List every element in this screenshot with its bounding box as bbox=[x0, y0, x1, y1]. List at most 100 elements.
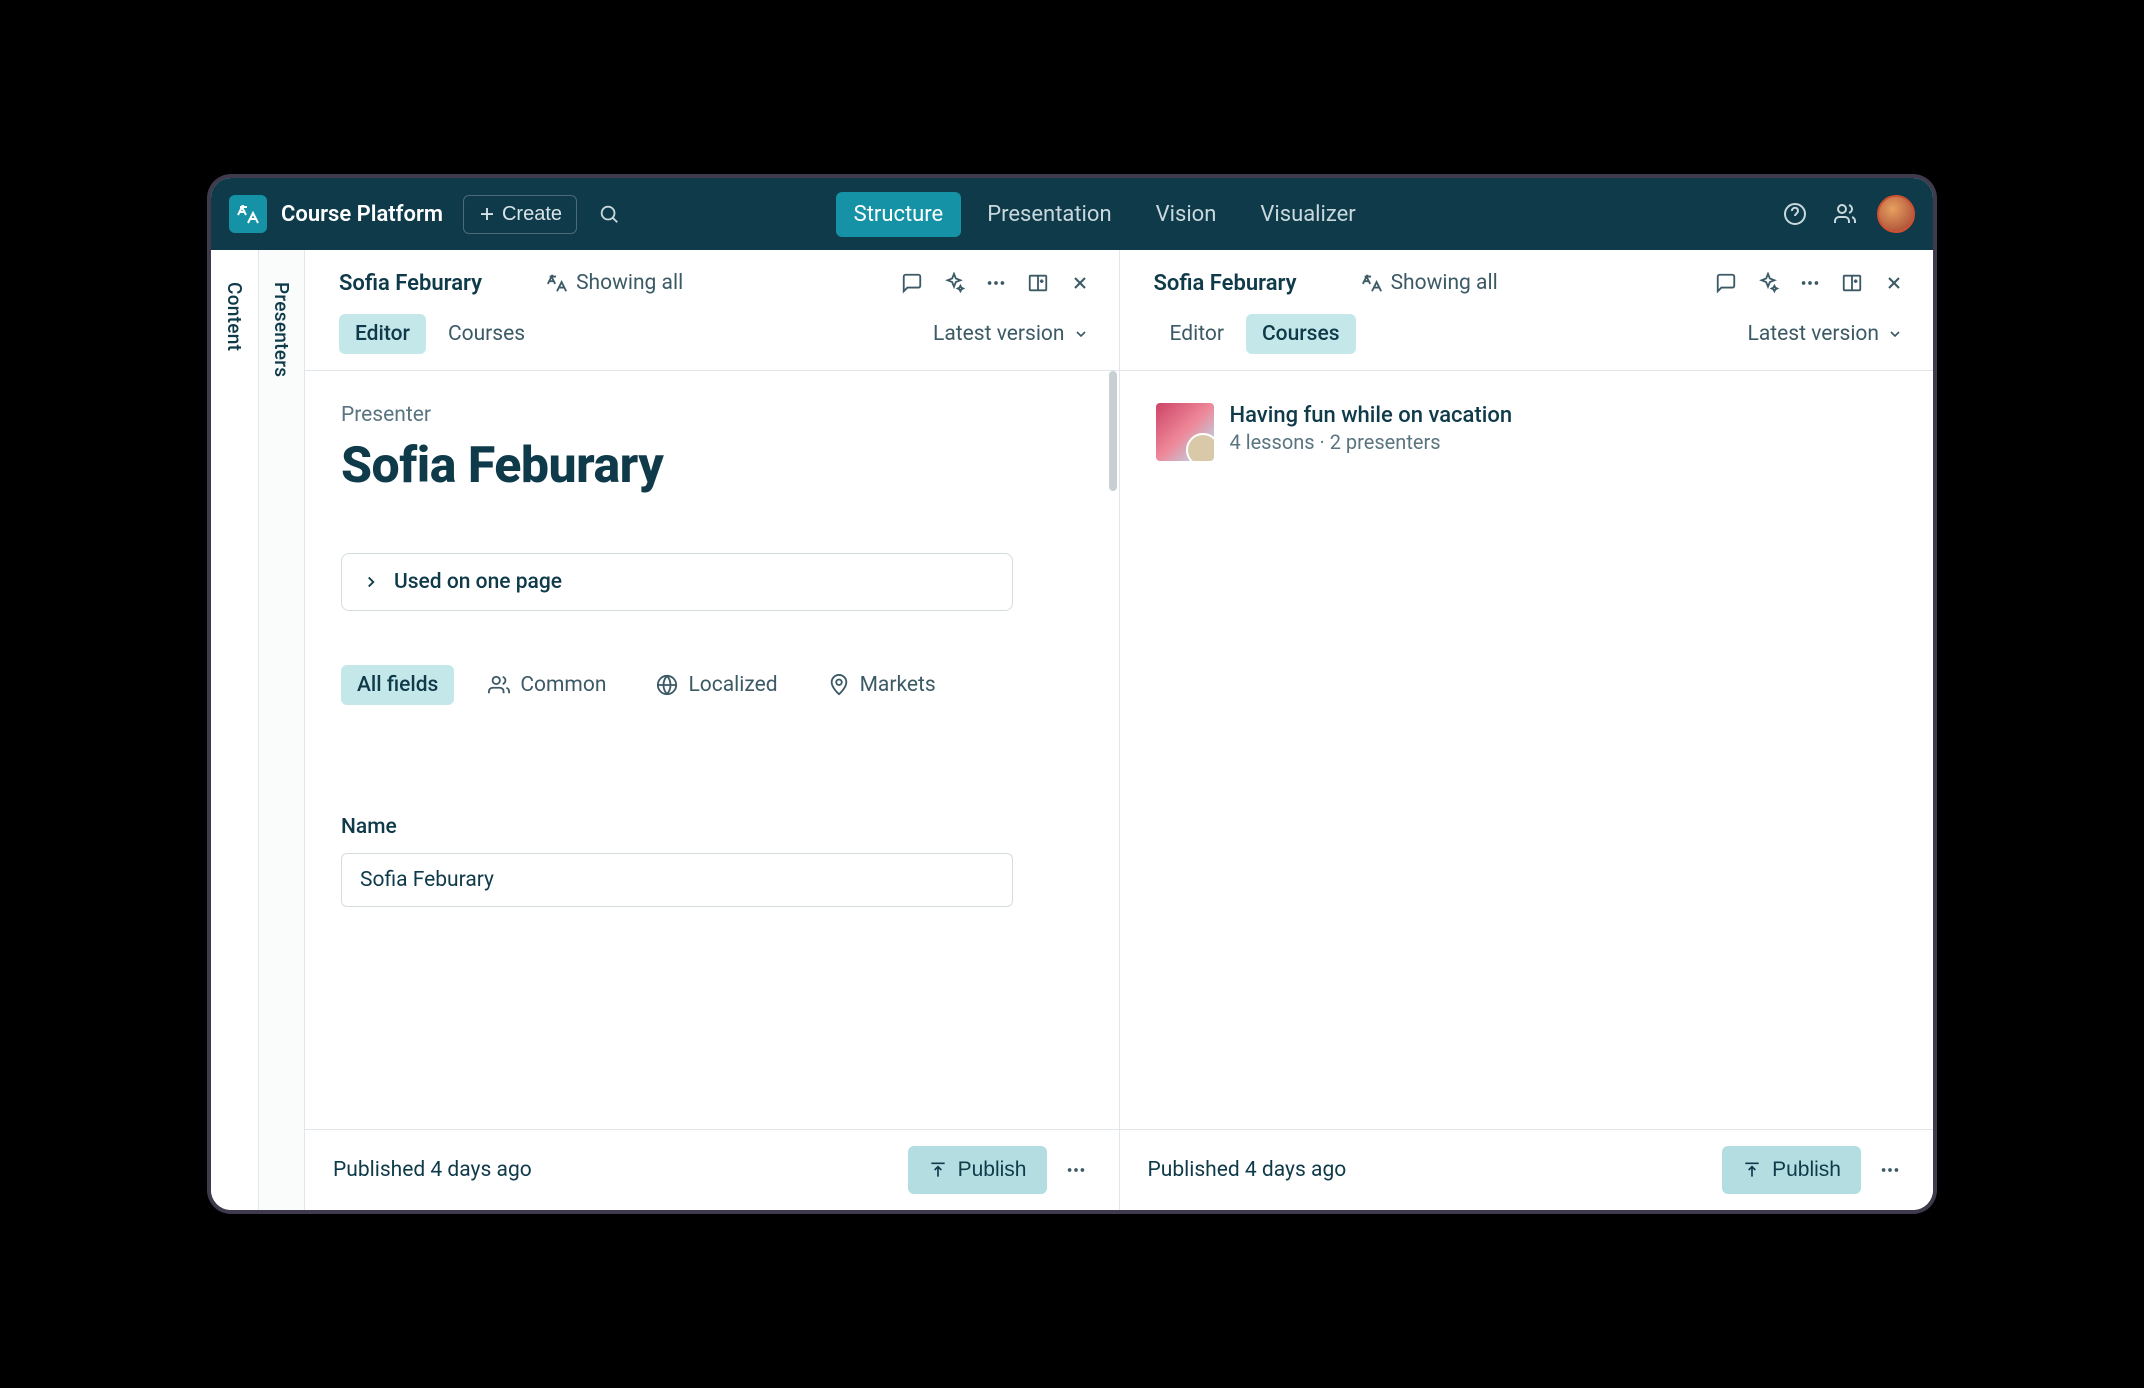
panel-left: Sofia Feburary Showing all bbox=[305, 250, 1120, 1210]
publish-status-right: Published 4 days ago bbox=[1148, 1158, 1347, 1182]
name-input[interactable] bbox=[341, 853, 1013, 907]
search-button[interactable] bbox=[591, 196, 627, 232]
ai-sparkle-button-right[interactable] bbox=[1753, 268, 1783, 298]
close-panel-button-right[interactable] bbox=[1879, 268, 1909, 298]
used-on-label: Used on one page bbox=[394, 570, 562, 594]
version-dropdown-left[interactable]: Latest version bbox=[933, 322, 1094, 346]
publish-button-label-right: Publish bbox=[1772, 1158, 1841, 1182]
help-icon bbox=[1783, 202, 1807, 226]
name-field-group: Name bbox=[341, 815, 1083, 907]
course-meta: Having fun while on vacation 4 lessons ·… bbox=[1230, 403, 1513, 454]
more-button-right[interactable] bbox=[1795, 268, 1825, 298]
top-nav: Course Platform Create Structure Present… bbox=[211, 178, 1933, 250]
nav-tab-presentation[interactable]: Presentation bbox=[969, 192, 1129, 237]
upload-icon bbox=[1742, 1160, 1762, 1180]
close-panel-button[interactable] bbox=[1065, 268, 1095, 298]
chip-all-fields[interactable]: All fields bbox=[341, 665, 454, 705]
footer-more-right[interactable] bbox=[1875, 1155, 1905, 1185]
panel-left-content: Presenter Sofia Feburary Used on one pag… bbox=[305, 371, 1119, 1129]
app-logo[interactable] bbox=[229, 195, 267, 233]
sparkle-icon bbox=[943, 272, 965, 294]
comment-button[interactable] bbox=[897, 268, 927, 298]
entity-heading: Sofia Feburary bbox=[341, 437, 1083, 495]
split-panel-button[interactable] bbox=[1023, 268, 1053, 298]
version-dropdown-right[interactable]: Latest version bbox=[1748, 322, 1909, 346]
create-button[interactable]: Create bbox=[463, 195, 577, 234]
panel-left-footer: Published 4 days ago Publish bbox=[305, 1129, 1119, 1210]
panel-right-title: Sofia Feburary bbox=[1154, 271, 1297, 296]
course-thumbnail bbox=[1156, 403, 1214, 461]
nav-tab-visualizer[interactable]: Visualizer bbox=[1242, 192, 1373, 237]
help-button[interactable] bbox=[1777, 196, 1813, 232]
nav-tab-vision[interactable]: Vision bbox=[1138, 192, 1235, 237]
create-button-label: Create bbox=[502, 203, 562, 226]
version-label: Latest version bbox=[933, 322, 1064, 346]
used-on-disclosure[interactable]: Used on one page bbox=[341, 553, 1013, 611]
nav-right bbox=[1777, 195, 1915, 233]
publish-button-left[interactable]: Publish bbox=[908, 1146, 1047, 1194]
split-panel-button-right[interactable] bbox=[1837, 268, 1867, 298]
close-icon bbox=[1884, 273, 1904, 293]
users-icon bbox=[1833, 202, 1857, 226]
subtab-editor-left[interactable]: Editor bbox=[339, 314, 426, 354]
field-filter-chips: All fields Common Localized Markets bbox=[341, 665, 1083, 705]
chevron-down-icon bbox=[1073, 326, 1089, 342]
split-panel-icon bbox=[1841, 272, 1863, 294]
translate-icon bbox=[546, 272, 568, 294]
more-icon bbox=[1065, 1159, 1087, 1181]
split-panel-icon bbox=[1027, 272, 1049, 294]
user-avatar[interactable] bbox=[1877, 195, 1915, 233]
subtab-editor-right[interactable]: Editor bbox=[1154, 314, 1240, 354]
chip-common-label: Common bbox=[520, 673, 606, 697]
platform-name: Course Platform bbox=[281, 202, 443, 227]
panels: Sofia Feburary Showing all bbox=[305, 250, 1933, 1210]
globe-icon bbox=[656, 674, 678, 696]
more-button[interactable] bbox=[981, 268, 1011, 298]
publish-button-right[interactable]: Publish bbox=[1722, 1146, 1861, 1194]
entity-type-label: Presenter bbox=[341, 403, 1083, 427]
panel-left-title: Sofia Feburary bbox=[339, 271, 482, 296]
pin-icon bbox=[828, 674, 850, 696]
rail-presenters[interactable]: Presenters bbox=[259, 250, 305, 1210]
showing-all-label-right: Showing all bbox=[1391, 271, 1498, 295]
translate-icon bbox=[1361, 272, 1383, 294]
showing-all-toggle-left[interactable]: Showing all bbox=[546, 271, 683, 295]
footer-more-left[interactable] bbox=[1061, 1155, 1091, 1185]
subtab-courses-left[interactable]: Courses bbox=[432, 314, 541, 354]
rail-content[interactable]: Content bbox=[211, 250, 259, 1210]
comment-icon bbox=[901, 272, 923, 294]
search-icon bbox=[598, 203, 620, 225]
showing-all-label: Showing all bbox=[576, 271, 683, 295]
panel-right-footer: Published 4 days ago Publish bbox=[1120, 1129, 1934, 1210]
ai-sparkle-button[interactable] bbox=[939, 268, 969, 298]
chip-localized-label: Localized bbox=[688, 673, 777, 697]
plus-icon bbox=[478, 205, 496, 223]
sparkle-icon bbox=[1757, 272, 1779, 294]
panel-right-content: Having fun while on vacation 4 lessons ·… bbox=[1120, 371, 1934, 1129]
upload-icon bbox=[928, 1160, 948, 1180]
rail-content-label: Content bbox=[223, 282, 246, 351]
subtab-courses-right[interactable]: Courses bbox=[1246, 314, 1356, 354]
close-icon bbox=[1070, 273, 1090, 293]
app-window: Course Platform Create Structure Present… bbox=[211, 178, 1933, 1210]
body: Content Presenters Sofia Feburary Showin… bbox=[211, 250, 1933, 1210]
panel-right-header: Sofia Feburary Showing all bbox=[1120, 250, 1934, 354]
scrollbar-thumb[interactable] bbox=[1109, 371, 1117, 491]
course-item[interactable]: Having fun while on vacation 4 lessons ·… bbox=[1156, 403, 1898, 461]
chip-common[interactable]: Common bbox=[472, 665, 622, 705]
nav-tabs: Structure Presentation Vision Visualizer bbox=[836, 192, 1374, 237]
more-icon bbox=[1879, 1159, 1901, 1181]
chevron-right-icon bbox=[362, 573, 380, 591]
course-subtitle: 4 lessons · 2 presenters bbox=[1230, 430, 1513, 454]
chip-markets-label: Markets bbox=[860, 673, 936, 697]
comment-button-right[interactable] bbox=[1711, 268, 1741, 298]
showing-all-toggle-right[interactable]: Showing all bbox=[1361, 271, 1498, 295]
users-button[interactable] bbox=[1827, 196, 1863, 232]
chip-markets[interactable]: Markets bbox=[812, 665, 952, 705]
nav-tab-structure[interactable]: Structure bbox=[836, 192, 962, 237]
translate-icon bbox=[236, 202, 260, 226]
chip-localized[interactable]: Localized bbox=[640, 665, 793, 705]
version-label-right: Latest version bbox=[1748, 322, 1879, 346]
publish-status-left: Published 4 days ago bbox=[333, 1158, 532, 1182]
comment-icon bbox=[1715, 272, 1737, 294]
